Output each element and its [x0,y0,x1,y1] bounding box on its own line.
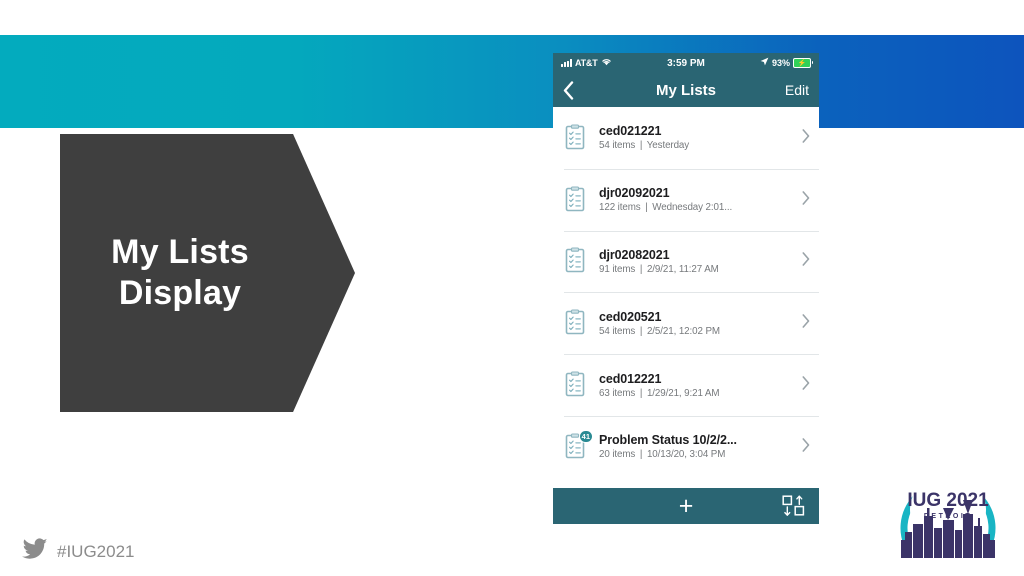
list-item[interactable]: 41 Problem Status 10/2/2... 20 items | 1… [553,415,819,478]
checklist-document-icon [564,186,588,214]
list-item-separator: | [639,140,643,152]
list-item-count: 20 items [599,449,636,461]
phone-nav-bar: My Lists Edit [553,73,819,107]
phone-status-bar: AT&T 3:59 PM 93% ⚡ [553,53,819,73]
twitter-bird-icon [22,538,48,565]
list-item[interactable]: ced012221 63 items | 1/29/21, 9:21 AM [553,354,819,416]
list-item-count: 63 items [599,387,636,399]
logo-title: IUG 2021 [907,490,989,511]
list-item-text: ced021221 54 items | Yesterday [599,124,796,151]
list-item-text: ced020521 54 items | 2/5/21, 12:02 PM [599,310,796,337]
logo-subtitle: DETROIT [924,513,972,520]
list-item-count: 54 items [599,325,636,337]
list-item-title: djr02082021 [599,247,670,262]
edit-button[interactable]: Edit [785,82,809,98]
list-item-meta: 122 items | Wednesday 2:01... [599,202,796,213]
list-item-separator: | [639,325,643,337]
list-item-text: djr02092021 122 items | Wednesday 2:01..… [599,186,796,213]
hashtag-label: #IUG2021 [57,541,135,561]
checklist-document-icon: 41 [564,429,593,461]
list-item-timestamp: 2/5/21, 12:02 PM [646,325,720,337]
chevron-left-icon[interactable] [563,80,585,100]
checklist-document-icon [564,247,588,275]
list-item-meta: 54 items | 2/5/21, 12:02 PM [599,326,796,337]
battery-charging-icon: ⚡ [793,58,813,68]
phone-screenshot: AT&T 3:59 PM 93% ⚡ My Lists Edit ced0212… [553,53,819,524]
list-item-text: ced012221 63 items | 1/29/21, 9:21 AM [599,372,796,399]
list-item-timestamp: Wednesday 2:01... [652,202,733,214]
list-item[interactable]: ced020521 54 items | 2/5/21, 12:02 PM [553,292,819,355]
chevron-right-icon[interactable] [796,376,810,394]
list-item-text: djr02082021 91 items | 2/9/21, 11:27 AM [599,248,796,275]
list-item-title: ced012221 [599,371,662,386]
checklist-document-icon [564,309,588,337]
list-item-title: ced021221 [599,124,662,139]
callout-text: My Lists Display [60,134,300,412]
list-item-timestamp: Yesterday [646,140,690,152]
list-item-meta: 20 items | 10/13/20, 3:04 PM [599,449,796,460]
list-item-separator: | [639,449,643,461]
header-banner [0,35,1024,128]
list-item-badge: 41 [578,429,593,443]
list-item-count: 122 items [599,202,641,214]
page-title: My Lists [655,81,716,99]
add-list-button[interactable]: + [679,493,694,519]
chevron-right-icon[interactable] [796,252,810,270]
list-item-text: Problem Status 10/2/2... 20 items | 10/1… [599,433,796,460]
callout-line-1: My Lists [111,232,249,271]
list-item-count: 54 items [599,140,636,152]
list-item-separator: | [639,387,643,399]
list-item-separator: | [639,263,643,275]
checklist-document-icon [564,371,588,399]
sort-reorder-icon[interactable] [782,495,806,517]
callout-shape-container: My Lists Display [60,134,355,412]
list-item-timestamp: 2/9/21, 11:27 AM [646,263,719,275]
chevron-right-icon[interactable] [796,190,810,209]
chevron-right-icon[interactable] [796,438,810,456]
list-item-meta: 63 items | 1/29/21, 9:21 AM [599,388,796,399]
iug-2021-logo: IUG 2021 DETROIT [893,458,1003,568]
phone-bottom-toolbar: + [553,488,819,524]
list-item[interactable]: ced021221 54 items | Yesterday [553,107,819,169]
chevron-right-icon[interactable] [796,129,810,147]
list-item[interactable]: djr02092021 122 items | Wednesday 2:01..… [553,168,819,231]
list-item[interactable]: djr02082021 91 items | 2/9/21, 11:27 AM [553,230,819,293]
list-item-title: ced020521 [599,309,662,324]
checklist-document-icon [564,124,588,152]
list-item-count: 91 items [599,263,636,275]
list-item-timestamp: 1/29/21, 9:21 AM [646,387,720,399]
callout-line-2: Display [118,274,242,312]
chevron-right-icon[interactable] [796,314,810,332]
list-item-meta: 54 items | Yesterday [599,140,796,151]
my-lists-list: ced021221 54 items | Yesterday djr020920… [553,107,819,478]
list-item-title: Problem Status 10/2/2... [599,433,737,448]
status-bar-time: 3:59 PM [667,57,705,69]
list-item-meta: 91 items | 2/9/21, 11:27 AM [599,264,796,275]
list-item-title: djr02092021 [599,186,670,201]
twitter-hashtag-block: #IUG2021 [22,538,135,565]
list-item-separator: | [645,202,648,214]
list-item-timestamp: 10/13/20, 3:04 PM [646,449,726,461]
